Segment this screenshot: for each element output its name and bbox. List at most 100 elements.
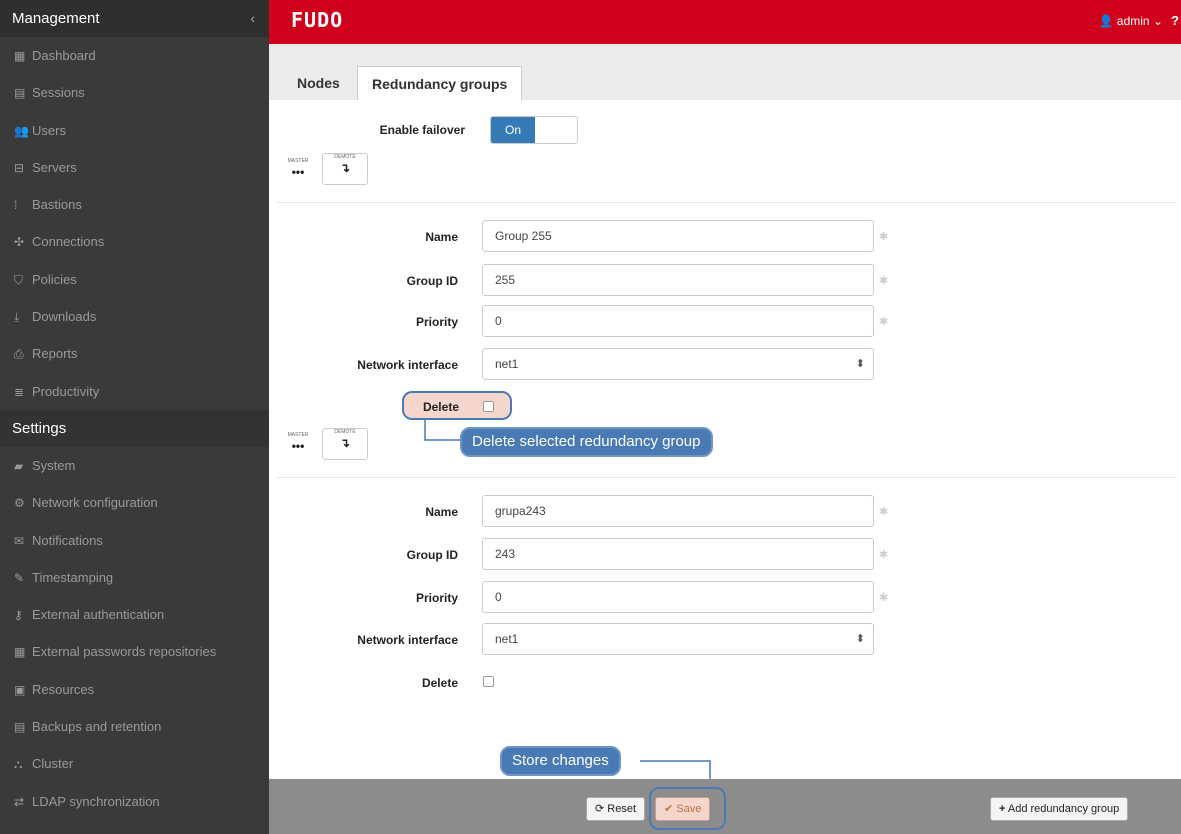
sidebar-item-label: External passwords repositories [32,644,217,660]
group-id-input[interactable]: 243 [482,538,874,570]
sidebar-item-connections[interactable]: ✣ Connections [0,223,269,260]
sidebar-item-policies[interactable]: ⛉ Policies [0,261,269,298]
name-input[interactable]: Group 255 [482,220,874,252]
required-icon: ✱ [879,549,889,561]
users-icon: 👥 [14,123,29,138]
required-icon: ✱ [879,506,889,518]
group-id-label: Group ID [406,548,458,562]
select-arrows-icon: ⬍ [855,358,865,370]
network-interface-select[interactable]: net1 ⬍ [482,623,874,655]
cluster-icon: ⛬ [14,757,23,772]
policies-icon: ⛉ [14,272,24,287]
sidebar-item-label: Network configuration [32,495,158,511]
external-authentication-icon: ⚷ [14,608,23,623]
add-redundancy-group-label: Add redundancy group [1007,803,1120,815]
network-interface-select[interactable]: net1 ⬍ [482,348,874,380]
sidebar-item-external-passwords-repositories[interactable]: ▦ External passwords repositories [0,633,269,670]
sidebar-item-productivity[interactable]: ≣ Productivity [0,373,269,410]
demote-button[interactable]: DEMOTE ↴ [322,428,368,460]
master-label: MASTER [287,432,309,438]
sidebar-item-users[interactable]: 👥 Users [0,112,269,149]
sidebar-item-backups-and-retention[interactable]: ▤ Backups and retention [0,708,269,745]
productivity-icon: ≣ [14,384,25,399]
master-node-indicator: MASTER ••• [283,432,313,462]
chevron-down-icon: ⌄ [1152,14,1163,28]
sidebar-item-label: LDAP synchronization [32,793,160,809]
ldap-synchronization-icon: ⇄ [14,794,25,809]
toggle-on-label: On [491,117,535,143]
settings-nav: ▰ System ⚙ Network configuration ✉ Notificati… [0,447,269,820]
master-dots-icon: ••• [291,165,305,179]
network-interface-label: Network interface [357,358,458,372]
plus-icon: + [999,803,1006,815]
priority-input[interactable]: 0 [482,305,874,337]
dashboard-icon: ▦ [14,49,26,63]
sidebar-item-cluster[interactable]: ⛬ Cluster [0,745,269,782]
refresh-icon: ⟳ [595,803,605,815]
network-interface-value: net1 [495,632,519,646]
sidebar-item-label: Policies [32,271,77,287]
fudo-logo[interactable]: FUDO [291,8,343,32]
sidebar-item-label: Productivity [32,383,100,399]
store-changes-callout: Store changes [500,746,621,776]
demote-icon: ↴ [339,436,351,450]
sidebar-item-label: Users [32,122,66,138]
sidebar-item-servers[interactable]: ⊟ Servers [0,149,269,186]
sidebar-item-label: External authentication [32,607,165,623]
group-id-input[interactable]: 255 [482,264,874,296]
delete-label: Delete [421,676,458,690]
sidebar-item-label: Timestamping [32,569,114,585]
demote-icon: ↴ [339,161,351,175]
sidebar-item-label: Backups and retention [32,719,162,735]
enable-failover-label: Enable failover [379,123,465,137]
name-input[interactable]: grupa243 [482,495,874,527]
reset-label: Reset [607,803,637,815]
reset-button[interactable]: ⟳ Reset [586,797,646,821]
master-label: MASTER [287,158,309,164]
add-redundancy-group-button[interactable]: + Add redundancy group [990,797,1129,821]
sidebar-item-system[interactable]: ▰ System [0,447,269,484]
sidebar-item-label: Connections [32,234,105,250]
sidebar-item-notifications[interactable]: ✉ Notifications [0,522,269,559]
sidebar-item-external-authentication[interactable]: ⚷ External authentication [0,596,269,633]
delete-checkbox[interactable] [483,401,494,412]
save-button[interactable]: ✔ Save [655,797,711,821]
demote-button[interactable]: DEMOTE ↴ [322,153,368,185]
tab-bar: Nodes Redundancy groups [269,44,1181,100]
sidebar-item-ldap-synchronization[interactable]: ⇄ LDAP synchronization [0,783,269,820]
network-interface-value: net1 [495,357,519,371]
demote-label: DEMOTE [334,154,356,160]
callout-connector [424,418,462,441]
sidebar-item-timestamping[interactable]: ✎ Timestamping [0,559,269,596]
sidebar-item-sessions[interactable]: ▤ Sessions [0,74,269,111]
sidebar-item-bastions[interactable]: ⁞ Bastions [0,186,269,223]
sidebar-item-reports[interactable]: ⎙ Reports [0,335,269,372]
sidebar-header-settings: Settings [0,409,269,447]
tab-redundancy-groups[interactable]: Redundancy groups [357,66,523,100]
name-label: Name [425,505,458,519]
downloads-icon: ⤓ [14,310,20,325]
sidebar-item-label: Cluster [32,756,74,772]
priority-input[interactable]: 0 [482,581,874,613]
tab-nodes[interactable]: Nodes [283,66,354,100]
sidebar-item-downloads[interactable]: ⤓ Downloads [0,298,269,335]
delete-checkbox[interactable] [483,676,494,687]
group-id-label: Group ID [406,274,458,288]
sessions-icon: ▤ [14,86,26,101]
sidebar-item-network-configuration[interactable]: ⚙ Network configuration [0,484,269,521]
collapse-sidebar-icon[interactable]: ‹ [250,0,255,37]
name-label: Name [425,230,458,244]
user-name: admin [1116,14,1150,28]
check-icon: ✔ [664,803,674,815]
sidebar-item-resources[interactable]: ▣ Resources [0,671,269,708]
divider [276,202,1176,203]
help-icon[interactable]: ? [1171,13,1179,28]
notifications-icon: ✉ [14,533,25,548]
sidebar-item-dashboard[interactable]: ▦ Dashboard [0,37,269,74]
user-menu[interactable]: 👤 admin ⌄ [1099,14,1163,28]
priority-label: Priority [415,315,458,329]
required-icon: ✱ [879,231,889,243]
required-icon: ✱ [879,316,889,328]
user-icon: 👤 [1098,14,1114,28]
enable-failover-toggle[interactable]: On [490,116,578,144]
